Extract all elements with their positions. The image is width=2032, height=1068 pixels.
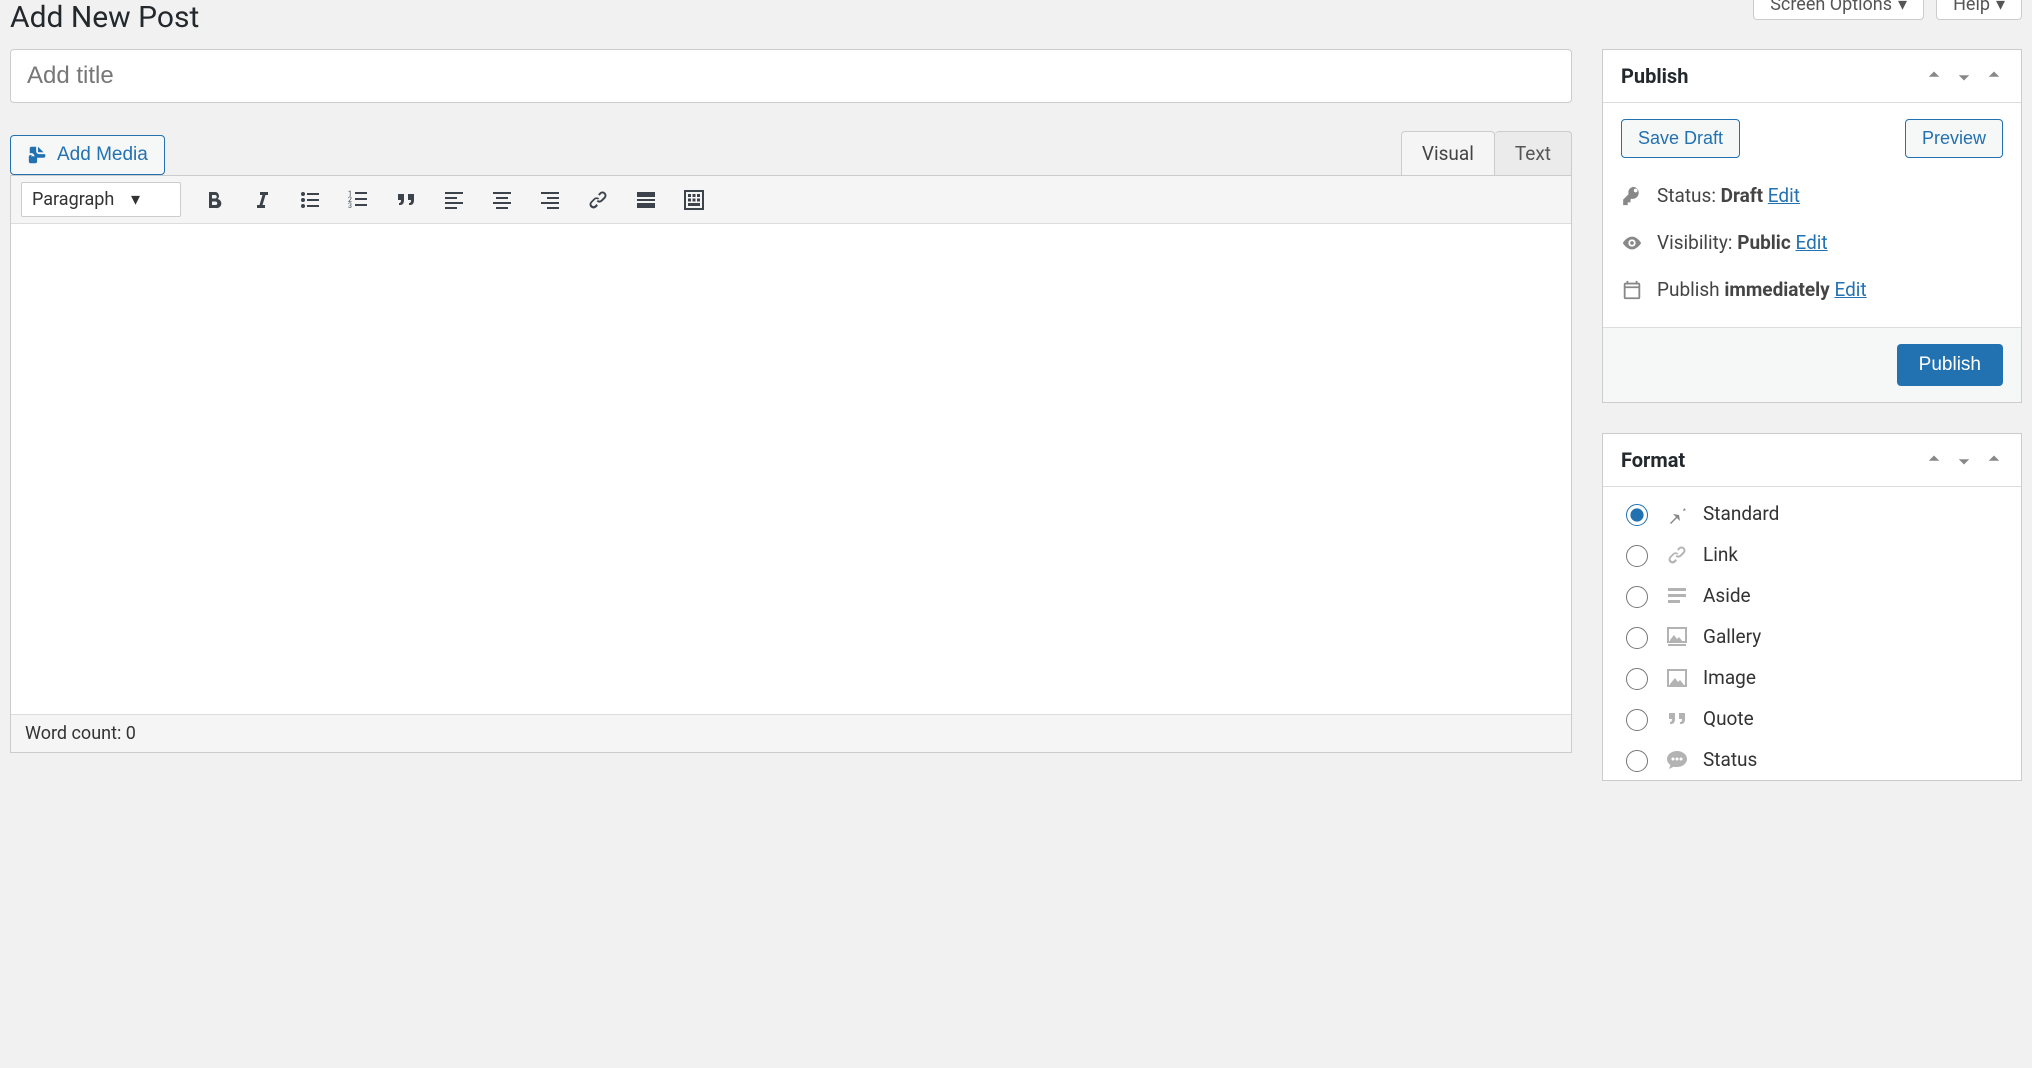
format-radio[interactable]	[1626, 750, 1648, 772]
italic-button[interactable]	[247, 185, 277, 215]
chevron-down-icon: ▾	[1898, 0, 1907, 15]
format-radio[interactable]	[1626, 627, 1648, 649]
quote-icon	[1665, 707, 1689, 731]
format-radio[interactable]	[1626, 586, 1648, 608]
format-box-title: Format	[1621, 448, 1685, 472]
status-label: Status: Draft Edit	[1657, 184, 1800, 207]
bold-button[interactable]	[199, 185, 229, 215]
visibility-label: Visibility: Public Edit	[1657, 231, 1828, 254]
format-option-standard[interactable]: Standard	[1621, 493, 2003, 534]
bullet-list-button[interactable]	[295, 185, 325, 215]
publish-box-title: Publish	[1621, 64, 1688, 88]
blockquote-button[interactable]	[391, 185, 421, 215]
preview-button[interactable]: Preview	[1905, 119, 2003, 158]
schedule-label: Publish immediately Edit	[1657, 278, 1867, 301]
publish-box: Publish Save Draft Preview Status: Draf	[1602, 49, 2022, 403]
tab-visual[interactable]: Visual	[1401, 131, 1495, 175]
edit-schedule-link[interactable]: Edit	[1834, 278, 1866, 301]
move-down-icon[interactable]	[1955, 67, 1973, 85]
chevron-down-icon: ▾	[1996, 0, 2005, 15]
format-box: Format Standard	[1602, 433, 2022, 781]
screen-options-button[interactable]: Screen Options ▾	[1753, 0, 1924, 20]
move-up-icon[interactable]	[1925, 67, 1943, 85]
align-right-button[interactable]	[535, 185, 565, 215]
calendar-icon	[1621, 279, 1643, 301]
edit-visibility-link[interactable]: Edit	[1795, 231, 1827, 254]
svg-text:3: 3	[348, 202, 352, 210]
format-radio[interactable]	[1626, 545, 1648, 567]
aside-icon	[1665, 584, 1689, 608]
toggle-panel-icon[interactable]	[1985, 67, 2003, 85]
key-icon	[1621, 185, 1643, 207]
format-radio[interactable]	[1626, 504, 1648, 526]
format-option-image[interactable]: Image	[1621, 657, 2003, 698]
editor-toolbar: Paragraph▾ 123	[11, 176, 1571, 224]
align-left-button[interactable]	[439, 185, 469, 215]
save-draft-button[interactable]: Save Draft	[1621, 119, 1740, 158]
page-title: Add New Post	[10, 0, 2022, 35]
chevron-down-icon: ▾	[131, 189, 140, 210]
read-more-button[interactable]	[631, 185, 661, 215]
pin-icon	[1665, 502, 1689, 526]
toolbar-toggle-button[interactable]	[679, 185, 709, 215]
editor-box: Paragraph▾ 123 Word count: 0	[10, 175, 1572, 753]
add-media-button[interactable]: Add Media	[10, 135, 165, 175]
media-icon	[27, 144, 49, 166]
tab-text[interactable]: Text	[1495, 131, 1572, 175]
format-option-gallery[interactable]: Gallery	[1621, 616, 2003, 657]
format-select[interactable]: Paragraph▾	[21, 182, 181, 217]
move-up-icon[interactable]	[1925, 451, 1943, 469]
format-option-status[interactable]: Status	[1621, 739, 2003, 780]
image-icon	[1665, 666, 1689, 690]
toggle-panel-icon[interactable]	[1985, 451, 2003, 469]
eye-icon	[1621, 232, 1643, 254]
status-icon	[1665, 748, 1689, 772]
gallery-icon	[1665, 625, 1689, 649]
edit-status-link[interactable]: Edit	[1768, 184, 1800, 207]
numbered-list-button[interactable]: 123	[343, 185, 373, 215]
format-option-aside[interactable]: Aside	[1621, 575, 2003, 616]
format-option-link[interactable]: Link	[1621, 534, 2003, 575]
move-down-icon[interactable]	[1955, 451, 1973, 469]
word-count-bar: Word count: 0	[11, 714, 1571, 752]
align-center-button[interactable]	[487, 185, 517, 215]
format-radio[interactable]	[1626, 668, 1648, 690]
format-option-quote[interactable]: Quote	[1621, 698, 2003, 739]
format-radio[interactable]	[1626, 709, 1648, 731]
link-button[interactable]	[583, 185, 613, 215]
link-icon	[1665, 543, 1689, 567]
help-button[interactable]: Help ▾	[1936, 0, 2022, 20]
post-title-input[interactable]	[10, 49, 1572, 103]
post-content-textarea[interactable]	[11, 224, 1571, 714]
publish-button[interactable]: Publish	[1897, 344, 2003, 386]
